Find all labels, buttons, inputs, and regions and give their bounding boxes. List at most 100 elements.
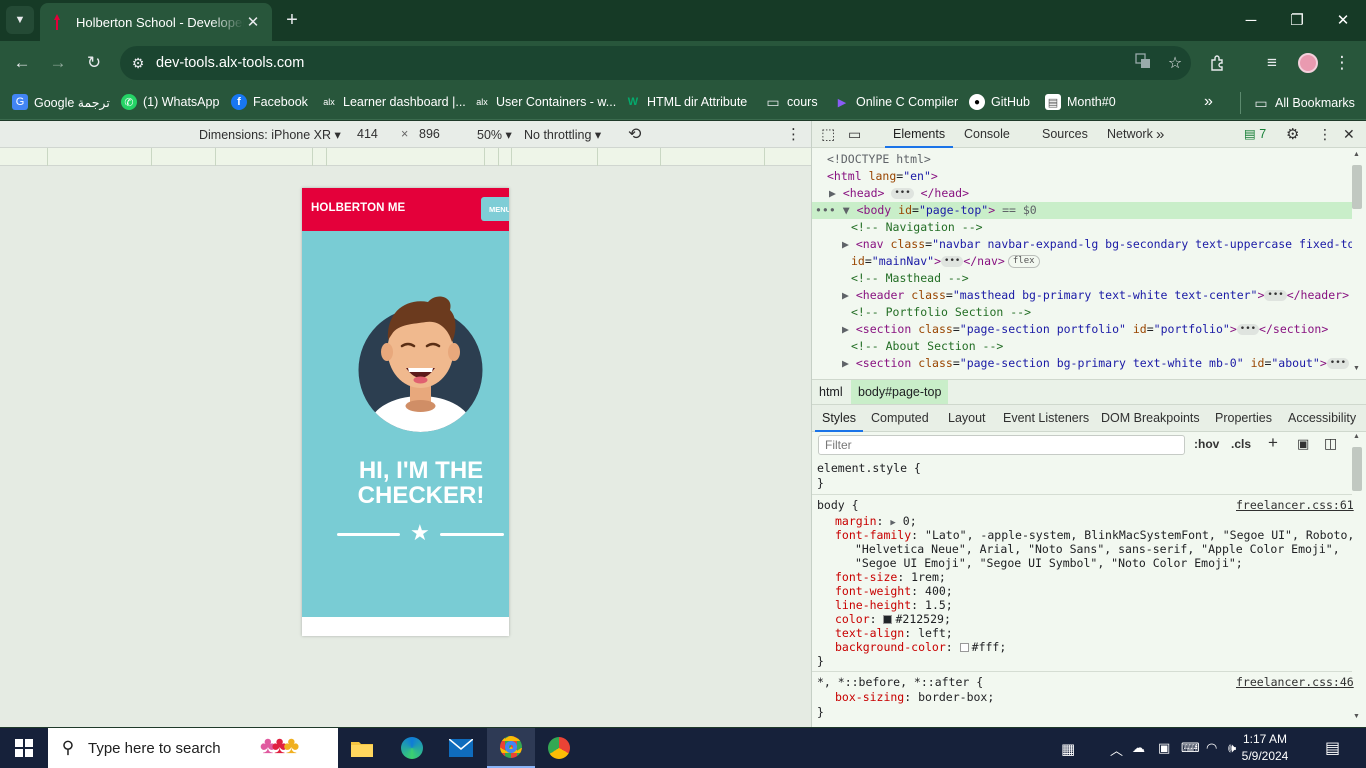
browser-tab[interactable]: Holberton School - Developer t ✕ bbox=[40, 3, 272, 41]
ellipsis-icon[interactable]: ••• bbox=[1236, 324, 1260, 335]
issues-counter[interactable]: ▤ 7 bbox=[1244, 121, 1266, 148]
keyboard-layout-icon[interactable]: ⌨ bbox=[1181, 740, 1200, 756]
bookmark-user-containers[interactable]: alx User Containers - w... bbox=[474, 92, 616, 112]
bookmarks-overflow-icon[interactable]: » bbox=[1204, 92, 1213, 112]
cls-toggle[interactable]: .cls bbox=[1231, 437, 1251, 451]
all-bookmarks[interactable]: ▭ All Bookmarks bbox=[1240, 92, 1355, 114]
meet-now-icon[interactable]: ▣ bbox=[1158, 740, 1170, 756]
device-height-input[interactable]: 896 bbox=[419, 127, 440, 141]
flex-badge[interactable]: flex bbox=[1007, 255, 1040, 268]
dom-html[interactable]: <html lang="en"> bbox=[812, 168, 1352, 185]
tab-elements[interactable]: Elements bbox=[885, 121, 954, 148]
tab-accessibility[interactable]: Accessibility bbox=[1288, 405, 1356, 432]
bookmark-online-c-compiler[interactable]: ▶ Online C Compiler bbox=[834, 92, 958, 112]
tab-console[interactable]: Console bbox=[964, 121, 1010, 148]
collapse-triangle-icon[interactable]: ▼ bbox=[843, 203, 850, 217]
translate-icon[interactable] bbox=[1127, 52, 1159, 74]
mail-icon[interactable] bbox=[437, 728, 485, 768]
dom-comment-about[interactable]: <!-- About Section --> bbox=[812, 338, 1352, 355]
site-info-icon[interactable]: ⚙ bbox=[120, 55, 156, 72]
color-swatch[interactable] bbox=[883, 615, 893, 624]
forward-icon[interactable]: → bbox=[44, 49, 72, 77]
wifi-icon[interactable]: ◠ bbox=[1206, 740, 1217, 756]
media-query-ruler[interactable] bbox=[0, 148, 811, 166]
dom-header[interactable]: ▶ <header class="masthead bg-primary tex… bbox=[812, 287, 1352, 304]
dom-section-portfolio[interactable]: ▶ <section class="page-section portfolio… bbox=[812, 321, 1352, 338]
ellipsis-icon[interactable]: ••• bbox=[941, 256, 964, 267]
tab-search-button[interactable]: ▼ bbox=[6, 6, 34, 34]
style-prop-margin[interactable]: margin: ▶ 0; bbox=[835, 514, 917, 528]
dom-section-about[interactable]: ▶ <section class="page-section bg-primar… bbox=[812, 355, 1352, 372]
chrome-profile-icon[interactable] bbox=[487, 728, 535, 768]
tab-network[interactable]: Network bbox=[1107, 121, 1153, 148]
bookmark-github[interactable]: ● GitHub bbox=[969, 92, 1030, 112]
new-tab-button[interactable]: + bbox=[282, 9, 302, 31]
expand-triangle-icon[interactable]: ▶ bbox=[829, 186, 836, 200]
tab-properties[interactable]: Properties bbox=[1215, 405, 1272, 432]
expand-triangle-icon[interactable]: ▶ bbox=[842, 322, 849, 336]
more-actions-icon[interactable]: ••• bbox=[815, 203, 836, 217]
close-tab-icon[interactable]: ✕ bbox=[244, 13, 262, 31]
tab-computed[interactable]: Computed bbox=[871, 405, 929, 432]
elements-scrollbar[interactable]: ▲ ▼ bbox=[1350, 151, 1364, 377]
address-bar[interactable]: ⚙ dev-tools.alx-tools.com ☆ bbox=[120, 46, 1191, 80]
bookmark-learner-dashboard[interactable]: alx Learner dashboard |... bbox=[321, 92, 466, 112]
inspect-element-icon[interactable]: ⬚ bbox=[821, 121, 835, 148]
body-rule-source-link[interactable]: freelancer.css:61 bbox=[1236, 498, 1354, 512]
style-prop-font-family[interactable]: font-family: "Lato", -apple-system, Blin… bbox=[835, 528, 1354, 542]
toggle-sidebar-icon[interactable]: ◫ bbox=[1324, 435, 1337, 452]
dom-comment-masthead[interactable]: <!-- Masthead --> bbox=[812, 270, 1352, 287]
style-prop-box-sizing[interactable]: box-sizing: border-box; bbox=[835, 690, 994, 704]
profile-avatar[interactable] bbox=[1294, 49, 1322, 77]
style-prop-font-weight[interactable]: font-weight: 400; bbox=[835, 584, 953, 598]
style-prop-line-height[interactable]: line-height: 1.5; bbox=[835, 598, 953, 612]
body-selector[interactable]: body { bbox=[817, 498, 859, 512]
ellipsis-icon[interactable]: ••• bbox=[891, 188, 914, 199]
styles-filter-input[interactable]: Filter bbox=[818, 435, 1185, 455]
rotate-icon[interactable]: ⟲ bbox=[628, 124, 641, 144]
dom-head[interactable]: ▶ <head> ••• </head> bbox=[812, 185, 1352, 202]
devtools-menu-icon[interactable]: ⋮ bbox=[1318, 121, 1332, 148]
onedrive-icon[interactable]: ☁ bbox=[1132, 740, 1145, 756]
site-brand[interactable]: HOLBERTON ME bbox=[311, 202, 405, 214]
reload-icon[interactable]: ↻ bbox=[80, 49, 108, 77]
dom-doctype[interactable]: <!DOCTYPE html> bbox=[812, 151, 1352, 168]
zoom-selector[interactable]: 50% ▾ bbox=[477, 127, 512, 142]
browser-menu-icon[interactable]: ⋮ bbox=[1328, 49, 1356, 77]
styles-scrollbar[interactable]: ▲ ▼ bbox=[1350, 433, 1364, 725]
minimize-button[interactable]: ─ bbox=[1228, 0, 1274, 40]
dom-nav-cont[interactable]: id="mainNav"> ••• </nav> flex bbox=[812, 253, 1352, 270]
news-widget-icon[interactable]: ▦ bbox=[1061, 740, 1075, 758]
restore-button[interactable]: ❐ bbox=[1274, 0, 1320, 40]
dom-nav[interactable]: ▶ <nav class="navbar navbar-expand-lg bg… bbox=[812, 236, 1352, 253]
media-control-icon[interactable]: ≡ bbox=[1258, 49, 1286, 77]
bookmark-google-translate[interactable]: G Google ترجمة bbox=[12, 92, 110, 112]
notification-center-icon[interactable]: ▤ bbox=[1325, 738, 1340, 758]
color-swatch[interactable] bbox=[959, 643, 969, 652]
dom-comment-navigation[interactable]: <!-- Navigation --> bbox=[812, 219, 1352, 236]
show-hidden-icons[interactable]: ︿ bbox=[1110, 740, 1123, 759]
expand-triangle-icon[interactable]: ▶ bbox=[890, 518, 895, 528]
hov-toggle[interactable]: :hov bbox=[1194, 437, 1219, 451]
more-tabs-icon[interactable]: » bbox=[1156, 121, 1164, 148]
settings-gear-icon[interactable]: ⚙ bbox=[1286, 121, 1299, 148]
device-toggle-icon[interactable]: ▭ bbox=[848, 121, 861, 148]
bookmark-html-dir[interactable]: W HTML dir Attribute bbox=[625, 92, 747, 112]
tab-styles[interactable]: Styles bbox=[815, 405, 864, 432]
universal-selector[interactable]: *, *::before, *::after { bbox=[817, 675, 983, 689]
expand-triangle-icon[interactable]: ▶ bbox=[842, 288, 849, 302]
new-rule-icon[interactable]: + bbox=[1268, 433, 1278, 453]
expand-triangle-icon[interactable]: ▶ bbox=[842, 237, 849, 251]
bookmark-facebook[interactable]: f Facebook bbox=[231, 92, 308, 112]
element-style-rule[interactable]: element.style { bbox=[817, 461, 921, 475]
dom-body-selected[interactable]: ••• ▼ <body id="page-top"> == $0 bbox=[812, 202, 1352, 219]
file-explorer-icon[interactable] bbox=[338, 728, 386, 768]
universal-rule-source-link[interactable]: freelancer.css:46 bbox=[1236, 675, 1354, 689]
throttling-selector[interactable]: No throttling ▾ bbox=[524, 127, 601, 142]
tab-layout[interactable]: Layout bbox=[948, 405, 986, 432]
device-selector[interactable]: Dimensions: iPhone XR ▾ bbox=[199, 127, 341, 142]
style-prop-color[interactable]: color: #212529; bbox=[835, 612, 951, 626]
style-prop-background-color[interactable]: background-color: #fff; bbox=[835, 640, 1006, 654]
edge-browser-icon[interactable] bbox=[388, 728, 436, 768]
windows-start-icon[interactable] bbox=[0, 728, 48, 768]
